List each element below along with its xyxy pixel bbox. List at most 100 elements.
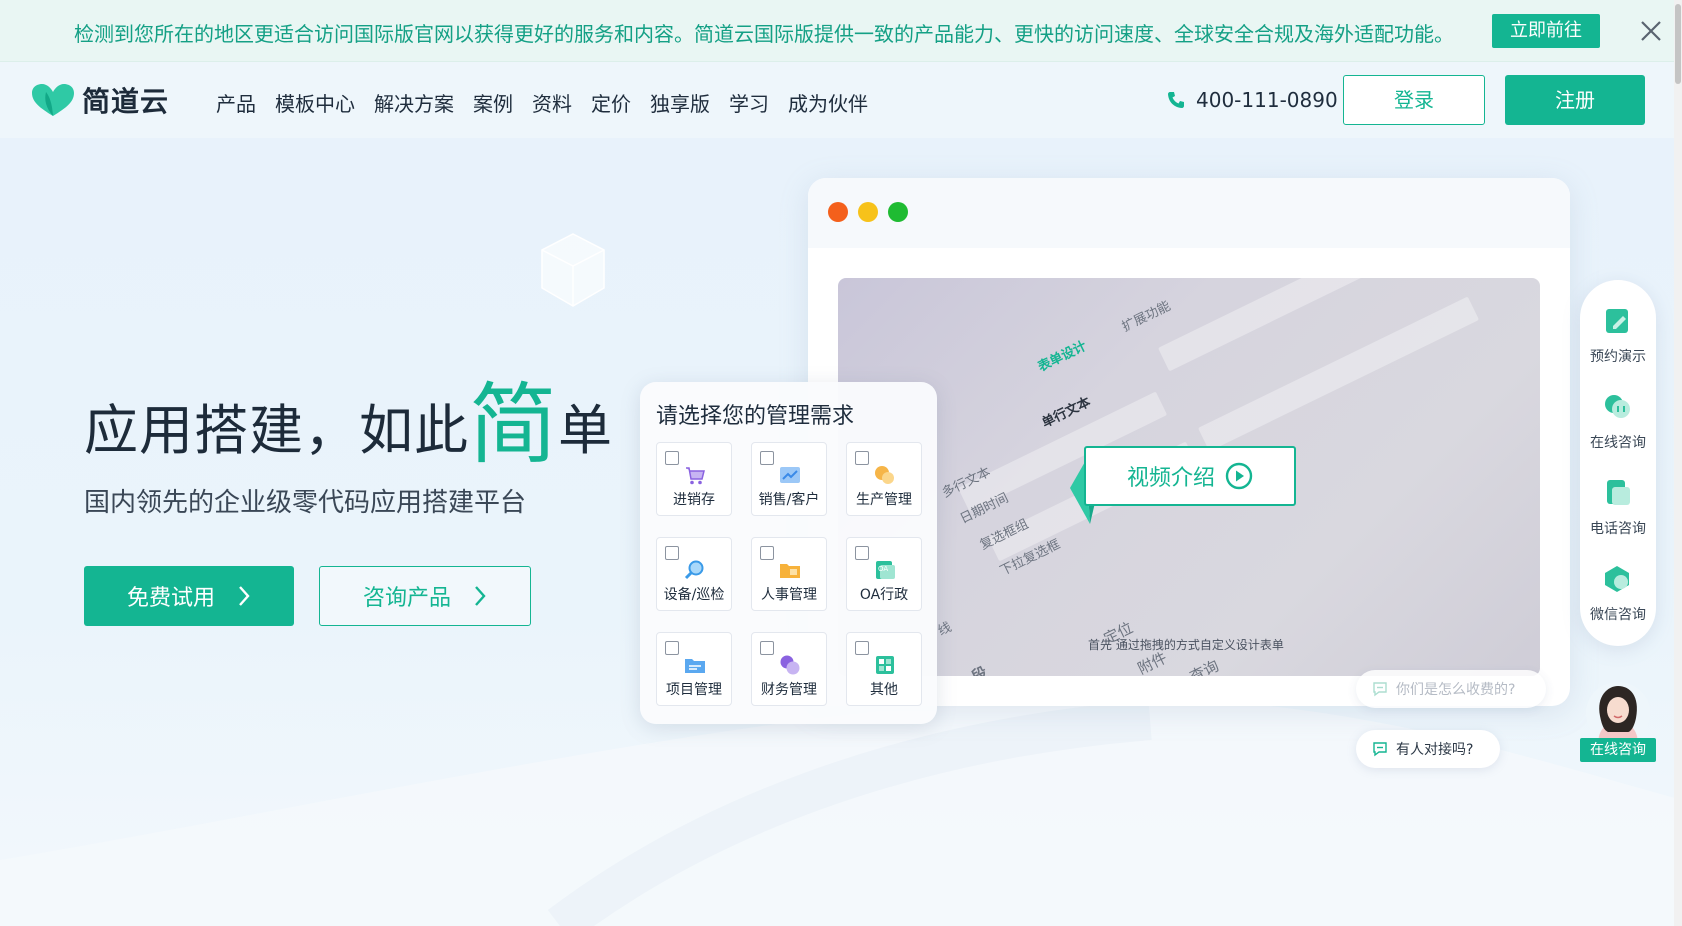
needs-title: 请选择您的管理需求 (656, 404, 855, 429)
phone-icon (1168, 92, 1184, 108)
need-option-oa[interactable]: OA OA行政 (846, 537, 922, 611)
register-button[interactable]: 注册 (1505, 75, 1645, 125)
window-close-dot (828, 202, 848, 222)
chat-icon (1605, 395, 1630, 418)
video-caption: 首先 通过拖拽的方式自定义设计表单 (1088, 638, 1284, 652)
window-maximize-dot (888, 202, 908, 222)
grid-icon (876, 656, 894, 674)
free-trial-button[interactable]: 免费试用 (84, 566, 294, 626)
site-header: 简道云 产品 模板中心 解决方案 案例 资料 定价 独享版 学习 成为伙伴 40… (0, 62, 1682, 138)
float-label: 预约演示 (1590, 349, 1646, 365)
svg-text:OA: OA (878, 565, 888, 573)
logo-text: 简道云 (82, 85, 170, 118)
quick-question-pricing[interactable]: 你们是怎么收费的? (1356, 670, 1546, 708)
float-label: 电话咨询 (1590, 521, 1646, 537)
page-scrollbar[interactable] (1674, 0, 1682, 926)
folder-person-icon (780, 564, 800, 578)
consult-product-button[interactable]: 咨询产品 (319, 566, 531, 626)
checkbox[interactable] (855, 641, 869, 655)
free-trial-label: 免费试用 (126, 586, 215, 611)
nav-item-templates[interactable]: 模板中心 (275, 88, 355, 117)
chart-icon (780, 467, 800, 483)
need-option-finance[interactable]: 财务管理 (751, 632, 827, 706)
hero-subtitle: 国内领先的企业级零代码应用搭建平台 (84, 488, 527, 518)
mock-text: 段 (968, 663, 991, 676)
close-icon[interactable] (1636, 16, 1666, 46)
float-item-wechat[interactable]: 微信咨询 (1580, 564, 1656, 624)
need-option-project[interactable]: 项目管理 (656, 632, 732, 706)
checkbox[interactable] (855, 546, 869, 560)
online-consult-tag[interactable]: 在线咨询 (1580, 738, 1656, 762)
region-notice-text: 检测到您所在的地区更适合访问国际版官网以获得更好的服务和内容。简道云国际版提供一… (74, 22, 1454, 46)
checkbox[interactable] (760, 546, 774, 560)
checkbox[interactable] (665, 451, 679, 465)
float-label: 在线咨询 (1590, 435, 1646, 451)
phone-icon (1607, 480, 1630, 505)
need-option-production[interactable]: 生产管理 (846, 442, 922, 516)
quick-question-text: 你们是怎么收费的? (1396, 682, 1516, 698)
video-intro-button[interactable]: 视频介绍 (1084, 446, 1296, 506)
need-option-other[interactable]: 其他 (846, 632, 922, 706)
checkbox[interactable] (760, 451, 774, 465)
cart-icon (686, 467, 705, 485)
need-option-inventory[interactable]: 进销存 (656, 442, 732, 516)
need-label: 生产管理 (856, 492, 912, 508)
float-item-phone[interactable]: 电话咨询 (1580, 478, 1656, 538)
need-label: 销售/客户 (758, 492, 820, 508)
logo-icon (32, 84, 74, 116)
wechat-icon (1605, 566, 1629, 592)
needs-selector-card: 请选择您的管理需求 进销存 销售/客户 生产管理 设备/巡检 人事管理 OA O… (640, 382, 937, 724)
checkbox[interactable] (760, 641, 774, 655)
phone-number[interactable]: 400-111-0890 (1166, 88, 1338, 112)
nav-item-dedicated[interactable]: 独享版 (650, 88, 710, 117)
float-item-online-chat[interactable]: 在线咨询 (1580, 392, 1656, 452)
edit-icon (1606, 309, 1628, 333)
need-option-hr[interactable]: 人事管理 (751, 537, 827, 611)
go-international-button[interactable]: 立即前往 (1492, 14, 1600, 48)
magnifier-icon (684, 560, 704, 580)
nav-item-solutions[interactable]: 解决方案 (374, 88, 454, 117)
need-label: 进销存 (673, 492, 715, 508)
assistant-avatar[interactable] (1586, 682, 1650, 744)
nav-item-products[interactable]: 产品 (216, 88, 256, 117)
need-label: 其他 (870, 682, 898, 698)
window-minimize-dot (858, 202, 878, 222)
checkbox[interactable] (665, 546, 679, 560)
contact-float-panel: 预约演示 在线咨询 电话咨询 微信咨询 (1580, 280, 1656, 646)
nav-item-pricing[interactable]: 定价 (591, 88, 631, 117)
need-label: 财务管理 (761, 682, 817, 698)
oa-icon: OA (876, 561, 895, 579)
chevron-right-icon (239, 586, 250, 606)
main-nav: 产品 模板中心 解决方案 案例 资料 定价 独享版 学习 成为伙伴 (216, 88, 887, 117)
consult-product-label: 咨询产品 (362, 586, 451, 611)
logo[interactable]: 简道云 (30, 80, 169, 120)
login-button[interactable]: 登录 (1343, 75, 1485, 125)
phone-number-text: 400-111-0890 (1196, 88, 1338, 112)
mock-text: 表单设计 (1035, 338, 1090, 376)
cube-decoration (541, 233, 605, 307)
float-label: 微信咨询 (1590, 607, 1646, 623)
chat-bubble-icon (1373, 742, 1387, 757)
gear-coins-icon (875, 466, 894, 484)
play-icon (1225, 462, 1253, 490)
checkbox[interactable] (855, 451, 869, 465)
nav-item-cases[interactable]: 案例 (473, 88, 513, 117)
nav-item-partner[interactable]: 成为伙伴 (788, 88, 868, 117)
chat-bubble-icon (1373, 682, 1387, 697)
need-option-equipment[interactable]: 设备/巡检 (656, 537, 732, 611)
hero-title-post: 单 (558, 399, 614, 462)
need-label: 项目管理 (666, 682, 722, 698)
coin-icon (780, 655, 800, 675)
hero-title-pre: 应用搭建，如此 (84, 399, 469, 462)
window-titlebar (808, 178, 1570, 248)
checkbox[interactable] (665, 641, 679, 655)
quick-question-contact[interactable]: 有人对接吗? (1356, 730, 1500, 768)
scrollbar-thumb[interactable] (1675, 4, 1681, 84)
need-label: 设备/巡检 (663, 587, 725, 603)
nav-item-resources[interactable]: 资料 (532, 88, 572, 117)
nav-item-learn[interactable]: 学习 (729, 88, 769, 117)
need-option-sales[interactable]: 销售/客户 (751, 442, 827, 516)
mock-text: 线 (935, 619, 955, 640)
float-item-demo[interactable]: 预约演示 (1580, 306, 1656, 366)
intro-video[interactable]: 表单设计 扩展功能 单行文本 多行文本 日期时间 复选框组 下拉复选框 定位 附… (838, 278, 1540, 676)
